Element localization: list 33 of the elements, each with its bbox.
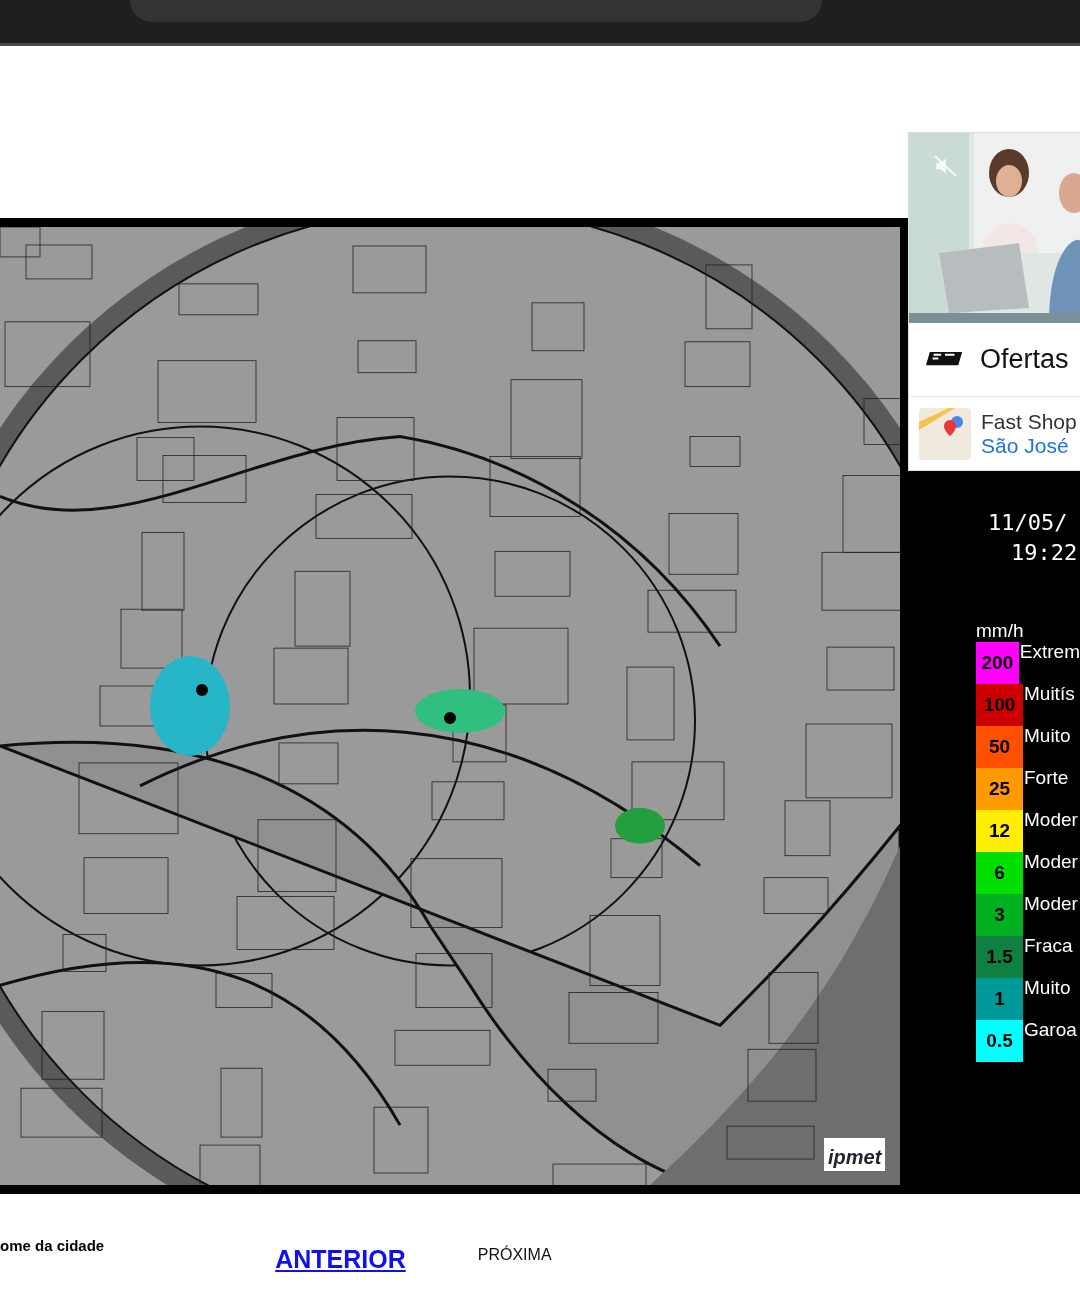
legend-swatch: 50 [976, 726, 1023, 768]
legend-label: Moder [1024, 810, 1078, 832]
legend-swatch: 1 [976, 978, 1023, 1020]
legend-swatch: 12 [976, 810, 1023, 852]
muted-speaker-icon[interactable] [933, 153, 959, 179]
legend-swatch: 100 [976, 684, 1023, 726]
legend-label: Moder [1024, 894, 1078, 916]
ad-card[interactable]: Ofertas Fast Shop São José [908, 132, 1080, 471]
legend-label: Muitís [1024, 684, 1075, 706]
legend-swatch: 0.5 [976, 1020, 1023, 1062]
legend-label: Fraca [1024, 936, 1073, 958]
legend-label: Extrem [1019, 642, 1080, 664]
store-name: Fast Shop [981, 409, 1077, 434]
next-link[interactable]: PRÓXIMA [477, 1246, 552, 1264]
legend-label: Moder [1024, 852, 1078, 874]
legend-unit: mm/h [976, 620, 1025, 642]
ad-title: Ofertas [980, 344, 1069, 375]
city-label: ome da cidade [0, 1237, 105, 1254]
legend-label: Muito [1024, 726, 1071, 748]
legend-label: Forte [1024, 768, 1069, 790]
radar-date: 11/05/ [988, 509, 1068, 537]
store-location[interactable]: São José [981, 433, 1077, 458]
legend-label: Muito [1024, 978, 1071, 1000]
map-thumbnail-icon [919, 407, 971, 460]
radar-time: 19:22 [1011, 539, 1078, 567]
legend-label: Garoa [1024, 1020, 1077, 1042]
legend-swatch: 200 [976, 642, 1019, 684]
legend-swatch: 3 [976, 894, 1023, 936]
previous-link[interactable]: ANTERIOR [275, 1245, 406, 1274]
legend-swatch: 25 [976, 768, 1023, 810]
legend-swatch: 6 [976, 852, 1023, 894]
radar-logo: ipmet [824, 1138, 886, 1171]
legend-swatch: 1.5 [976, 936, 1023, 978]
